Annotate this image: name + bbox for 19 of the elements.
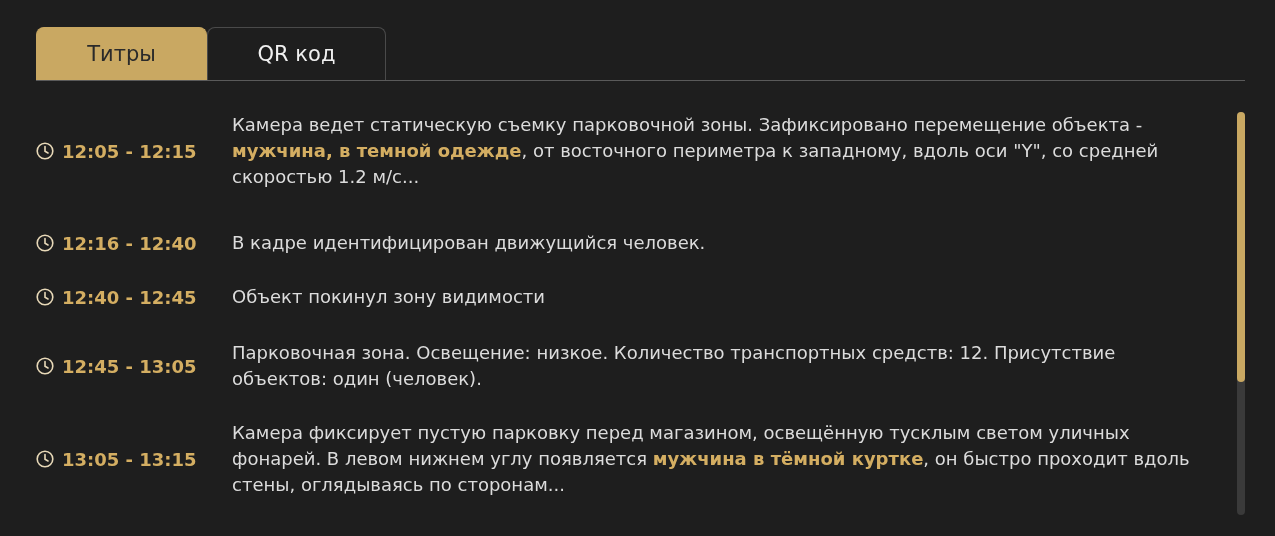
caption-text: Камера ведет статическую съемку парковочной зоны. Зафиксировано перемещение объекта - мужчина, в темной одежде, от восточного периметра к западному, вдоль оси "Y", со средней скоростью 1.2 м/с... — [232, 113, 1160, 189]
scrollbar-thumb[interactable] — [1237, 112, 1245, 382]
caption-text: Объект покинул зону видимости — [232, 285, 545, 309]
timestamp: 12:40 - 12:45 — [62, 286, 197, 308]
timestamp: 12:45 - 13:05 — [62, 355, 197, 377]
tab[interactable]: QR код — [207, 27, 386, 80]
clock-icon — [36, 288, 54, 306]
clock-icon — [36, 450, 54, 468]
tab[interactable]: Титры — [36, 27, 207, 80]
scrollbar[interactable] — [1237, 112, 1245, 515]
timestamp: 12:16 - 12:40 — [62, 232, 197, 254]
caption-text: Парковочная зона. Освещение: низкое. Количество транспортных средств: 12. Присутствие объектов: один (человек). — [232, 341, 1117, 391]
clock-icon — [36, 234, 54, 252]
caption-text: В кадре идентифицирован движущийся человек. — [232, 231, 706, 255]
caption-text: Камера фиксирует пустую парковку перед магазином, освещённую тусклым светом уличных фонарей. В левом нижнем углу появляется мужчина в тёмной куртке, он быстро проходит вдоль стены, оглядываясь по сторонам... — [232, 421, 1191, 497]
clock-icon — [36, 142, 54, 160]
timestamp: 12:05 - 12:15 — [62, 140, 197, 162]
timestamp: 13:05 - 13:15 — [62, 448, 197, 470]
clock-icon — [36, 357, 54, 375]
